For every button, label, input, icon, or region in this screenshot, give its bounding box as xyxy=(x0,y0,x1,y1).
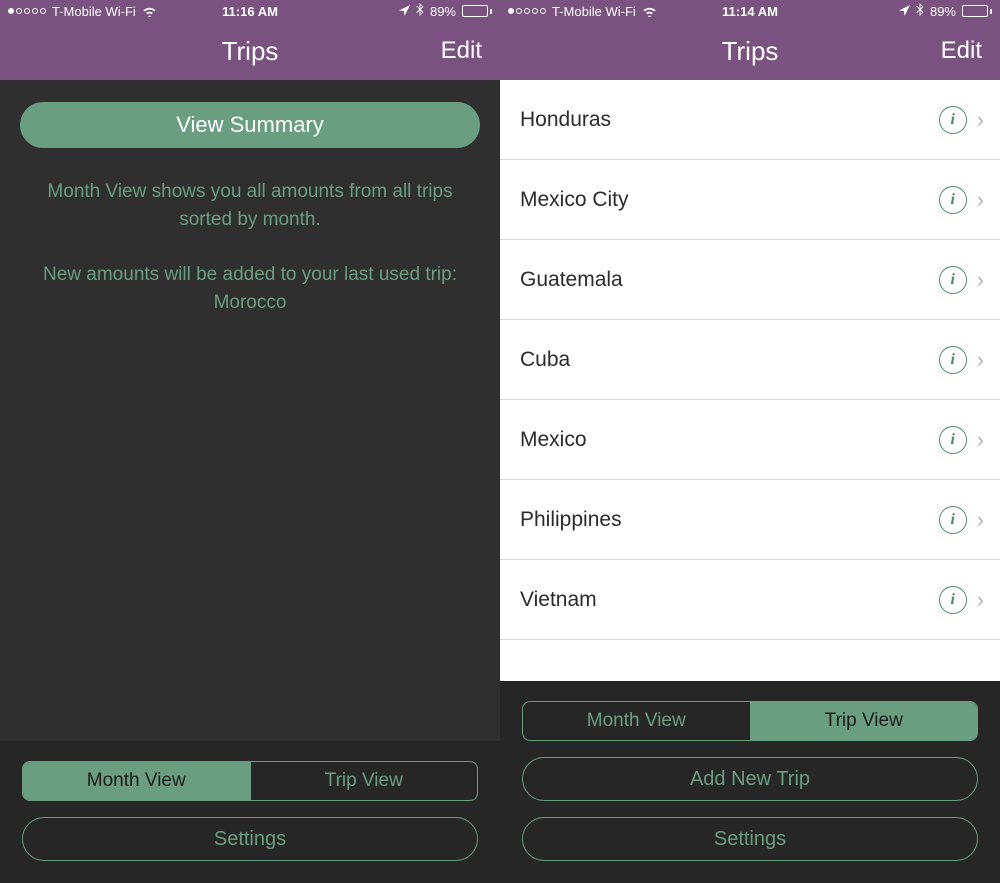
screen-month-view: T-Mobile Wi-Fi 11:16 AM 89% Trips Edit V… xyxy=(0,0,500,883)
status-bar: T-Mobile Wi-Fi 11:14 AM 89% xyxy=(500,0,1000,22)
trip-row[interactable]: Mexico City i › xyxy=(500,160,1000,240)
edit-button[interactable]: Edit xyxy=(441,37,482,65)
tab-trip-view[interactable]: Trip View xyxy=(251,762,478,800)
trip-row[interactable]: Vietnam i › xyxy=(500,560,1000,640)
add-new-trip-button[interactable]: Add New Trip xyxy=(522,757,978,801)
edit-button[interactable]: Edit xyxy=(941,37,982,65)
chevron-right-icon: › xyxy=(977,427,984,453)
tab-month-view[interactable]: Month View xyxy=(523,702,751,740)
settings-button[interactable]: Settings xyxy=(22,817,478,861)
chevron-right-icon: › xyxy=(977,507,984,533)
trip-row[interactable]: Mexico i › xyxy=(500,400,1000,480)
status-time: 11:16 AM xyxy=(0,4,500,19)
screen-trip-view: T-Mobile Wi-Fi 11:14 AM 89% Trips Edit H… xyxy=(500,0,1000,883)
bottom-panel: Month View Trip View Settings xyxy=(0,741,500,883)
settings-button[interactable]: Settings xyxy=(522,817,978,861)
tab-month-view[interactable]: Month View xyxy=(23,762,251,800)
info-icon[interactable]: i xyxy=(939,586,967,614)
trip-name: Philippines xyxy=(520,508,622,532)
bluetooth-icon xyxy=(916,3,924,19)
last-trip-note: New amounts will be added to your last u… xyxy=(20,261,480,316)
battery-icon xyxy=(962,5,992,17)
trip-name: Honduras xyxy=(520,108,611,132)
info-icon[interactable]: i xyxy=(939,346,967,374)
status-time: 11:14 AM xyxy=(500,4,1000,19)
info-icon[interactable]: i xyxy=(939,506,967,534)
trip-list: Honduras i › Mexico City i › Guatemala i… xyxy=(500,80,1000,681)
tab-trip-view[interactable]: Trip View xyxy=(751,702,978,740)
trip-row[interactable]: Guatemala i › xyxy=(500,240,1000,320)
info-icon[interactable]: i xyxy=(939,426,967,454)
view-summary-button[interactable]: View Summary xyxy=(20,102,480,148)
view-toggle: Month View Trip View xyxy=(22,761,478,801)
trip-row[interactable]: Honduras i › xyxy=(500,80,1000,160)
page-title: Trips xyxy=(222,36,279,67)
info-icon[interactable]: i xyxy=(939,186,967,214)
page-title: Trips xyxy=(722,36,779,67)
nav-header: Trips Edit xyxy=(0,22,500,80)
battery-icon xyxy=(462,5,492,17)
nav-header: Trips Edit xyxy=(500,22,1000,80)
trip-row[interactable]: Cuba i › xyxy=(500,320,1000,400)
trip-name: Mexico xyxy=(520,428,587,452)
chevron-right-icon: › xyxy=(977,587,984,613)
chevron-right-icon: › xyxy=(977,187,984,213)
chevron-right-icon: › xyxy=(977,267,984,293)
chevron-right-icon: › xyxy=(977,347,984,373)
trip-name: Guatemala xyxy=(520,268,623,292)
trip-name: Cuba xyxy=(520,348,570,372)
info-icon[interactable]: i xyxy=(939,106,967,134)
trip-row[interactable]: Philippines i › xyxy=(500,480,1000,560)
bluetooth-icon xyxy=(416,3,424,19)
bottom-panel: Month View Trip View Add New Trip Settin… xyxy=(500,681,1000,883)
trip-name: Mexico City xyxy=(520,188,629,212)
chevron-right-icon: › xyxy=(977,107,984,133)
status-bar: T-Mobile Wi-Fi 11:16 AM 89% xyxy=(0,0,500,22)
month-view-description: Month View shows you all amounts from al… xyxy=(20,178,480,233)
view-toggle: Month View Trip View xyxy=(522,701,978,741)
trip-name: Vietnam xyxy=(520,588,597,612)
info-icon[interactable]: i xyxy=(939,266,967,294)
